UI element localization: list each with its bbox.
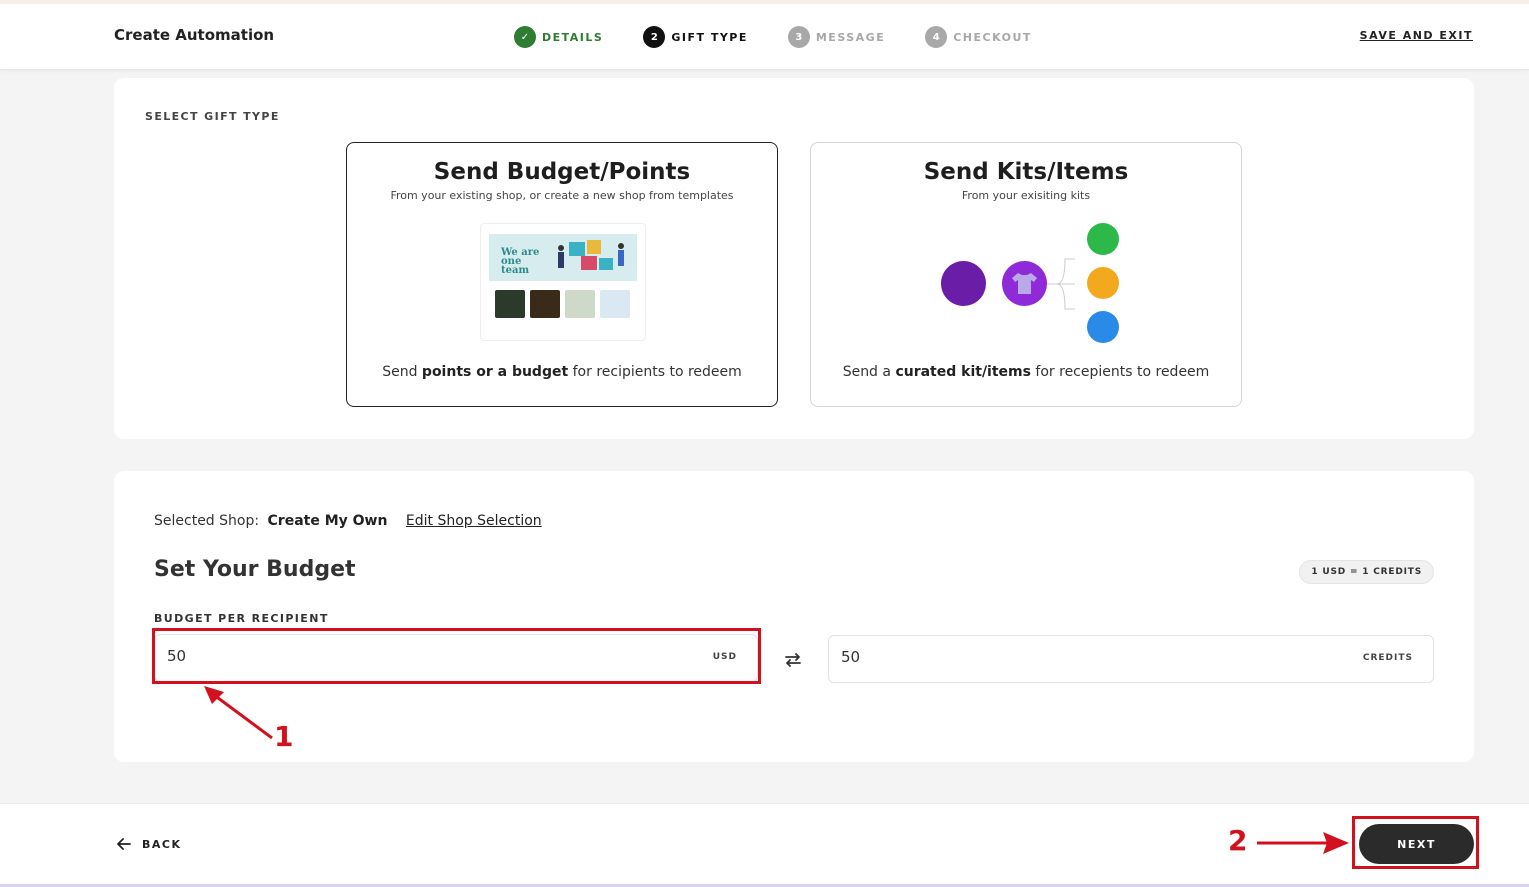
selected-shop-line: Selected Shop: Create My Own Edit Shop S…: [154, 513, 542, 529]
branch-lines: [1047, 258, 1075, 310]
back-button[interactable]: BACK: [116, 837, 182, 851]
gift-option-budget-points[interactable]: Send Budget/Points From your existing sh…: [346, 142, 778, 407]
budget-panel: Selected Shop: Create My Own Edit Shop S…: [114, 471, 1474, 762]
option-description: Send points or a budget for recipients t…: [347, 364, 777, 380]
option-title: Send Budget/Points: [433, 159, 691, 185]
desc-bold-text: points or a budget: [421, 364, 569, 380]
conversion-rate-badge: 1 USD = 1 CREDITS: [1299, 560, 1434, 584]
selected-shop-value: Create My Own: [267, 513, 388, 529]
credits-budget-field[interactable]: CREDITS: [828, 635, 1434, 683]
recipient-avatar-icon: [1087, 311, 1119, 343]
step-label: DETAILS: [542, 30, 604, 44]
top-header: Create Automation ✓ DETAILS 2 GIFT TYPE …: [0, 0, 1529, 70]
arrow-left-icon: [117, 838, 131, 850]
budget-field-label: BUDGET PER RECIPIENT: [154, 612, 329, 625]
credits-budget-input[interactable]: [841, 648, 1321, 666]
step-details[interactable]: ✓ DETAILS: [514, 26, 603, 48]
step-checkout[interactable]: 4 CHECKOUT: [925, 26, 1032, 48]
desc-text: for recepients to redeem: [1030, 364, 1210, 380]
annotation-arrow-2: [1257, 832, 1349, 854]
selected-shop-label: Selected Shop:: [154, 513, 260, 529]
kits-illustration: [941, 221, 1121, 346]
section-label: SELECT GIFT TYPE: [145, 110, 280, 123]
annotation-arrow-1: [204, 686, 273, 740]
tshirt-shape: [1012, 273, 1037, 294]
option-subtitle: From your exisiting kits: [961, 189, 1091, 202]
edit-shop-selection-link[interactable]: Edit Shop Selection: [406, 513, 542, 529]
step-number: 3: [787, 26, 810, 48]
credits-unit-label: CREDITS: [1362, 653, 1413, 663]
annotation-number-2: 2: [1228, 824, 1248, 857]
option-title: Send Kits/Items: [923, 159, 1129, 185]
sender-avatar-icon: [941, 261, 986, 306]
product-thumb: [600, 290, 630, 318]
step-number: 4: [925, 26, 948, 48]
desc-text: Send: [382, 364, 422, 380]
usd-budget-field[interactable]: USD: [154, 634, 758, 682]
product-thumb: [530, 290, 560, 318]
next-button[interactable]: NEXT: [1359, 824, 1474, 864]
desc-bold-text: curated kit/items: [895, 364, 1031, 380]
page-title: Create Automation: [114, 26, 275, 44]
back-label: BACK: [142, 837, 182, 851]
usd-unit-label: USD: [712, 652, 737, 662]
progress-stepper: ✓ DETAILS 2 GIFT TYPE 3 MESSAGE 4 CHECKO…: [514, 26, 1072, 48]
step-message[interactable]: 3 MESSAGE: [787, 26, 886, 48]
puzzle-people-icon: [558, 240, 624, 270]
save-and-exit-link[interactable]: SAVE AND EXIT: [1360, 29, 1473, 42]
step-check-icon: ✓: [514, 26, 536, 48]
gift-option-kits-items[interactable]: Send Kits/Items From your exisiting kits…: [810, 142, 1242, 407]
shop-banner-text: We are one team: [501, 247, 540, 276]
option-description: Send a curated kit/items for recepients …: [811, 364, 1241, 380]
usd-budget-input[interactable]: [167, 647, 647, 665]
step-label: GIFT TYPE: [671, 30, 748, 44]
step-label: CHECKOUT: [953, 30, 1032, 44]
swap-icon[interactable]: [782, 649, 804, 671]
desc-text: Send a: [842, 364, 896, 380]
gift-type-panel: SELECT GIFT TYPE Send Budget/Points From…: [114, 78, 1474, 439]
shop-tiny-text: .: [562, 284, 564, 288]
step-gift-type[interactable]: 2 GIFT TYPE: [643, 26, 748, 48]
option-subtitle: From your existing shop, or create a new…: [390, 189, 734, 202]
recipient-avatar-icon: [1087, 267, 1119, 299]
step-number: 2: [643, 26, 666, 48]
desc-text: for recipients to redeem: [568, 364, 742, 380]
annotation-number-1: 1: [274, 720, 294, 753]
product-thumb: [565, 290, 595, 318]
step-label: MESSAGE: [815, 30, 886, 44]
shop-banner: We are one team: [489, 234, 637, 281]
product-thumb: [495, 290, 525, 318]
budget-title: Set Your Budget: [154, 557, 356, 582]
shop-preview-image: We are one team .: [480, 223, 646, 341]
recipient-avatar-icon: [1087, 223, 1119, 255]
